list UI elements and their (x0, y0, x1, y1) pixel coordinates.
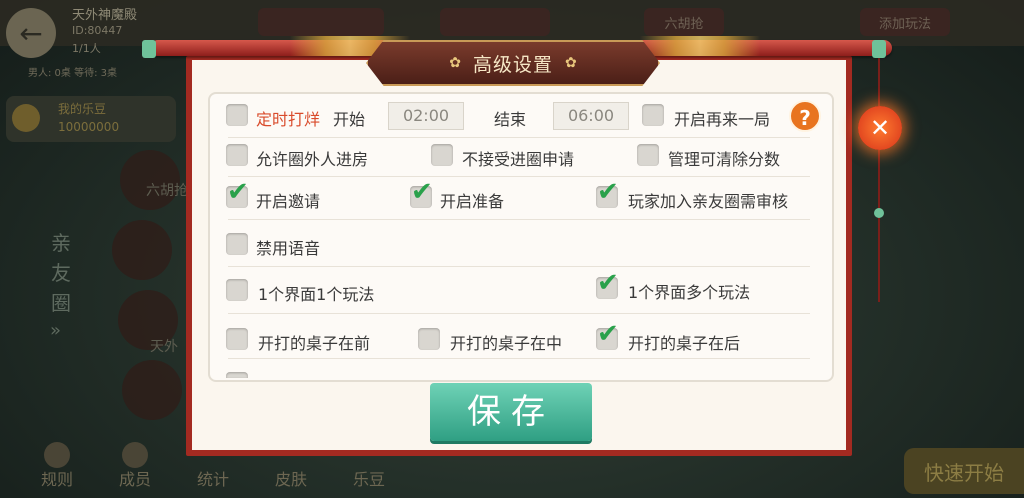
rules-icon (44, 442, 70, 468)
checkbox-allow-outsiders[interactable] (226, 144, 248, 166)
checkbox-table-back[interactable]: ✔ (596, 321, 619, 350)
row-divider (228, 137, 810, 138)
quick-start-button[interactable]: 快速开始 (904, 448, 1024, 494)
checkbox-partial[interactable] (226, 372, 248, 378)
checkbox-enable-ready[interactable]: ✔ (410, 179, 433, 208)
multi-play-label: 1个界面多个玩法 (628, 283, 751, 302)
club-stats: 男人: 0桌 等待: 3桌 (28, 68, 117, 79)
scroll-rod-cap-left (142, 40, 156, 58)
nav-stats[interactable]: 统计 (188, 466, 238, 490)
top-pill-3[interactable]: 六胡抢 (644, 8, 724, 36)
bottom-nav: 规则 成员 统计 皮肤 乐豆 (0, 442, 1024, 498)
enable-invite-label: 开启邀请 (256, 192, 321, 211)
disable-voice-label: 禁用语音 (256, 239, 321, 258)
checkbox-enable-invite[interactable]: ✔ (226, 179, 249, 208)
end-time-input[interactable]: 06:00 (553, 102, 629, 130)
row-divider (228, 266, 810, 267)
bean-icon (12, 104, 40, 132)
row-divider (228, 358, 810, 359)
dialog-title-plate: ✿ 高级设置 ✿ (366, 40, 660, 86)
table-back-label: 开打的桌子在后 (628, 334, 741, 353)
checkbox-join-review[interactable]: ✔ (596, 179, 619, 208)
check-icon: ✔ (597, 319, 619, 349)
expand-arrow-icon[interactable]: » (50, 320, 61, 341)
checkbox-table-front[interactable] (226, 328, 248, 350)
one-play-label: 1个界面1个玩法 (258, 285, 375, 304)
check-icon: ✔ (227, 177, 249, 207)
close-icon[interactable]: ✕ (858, 106, 902, 150)
replay-label: 开启再来一局 (674, 110, 771, 129)
row-divider (228, 313, 810, 314)
table-label: 六胡抢 (146, 183, 188, 199)
start-label: 开始 (333, 110, 366, 129)
checkbox-one-play[interactable] (226, 279, 248, 301)
game-table[interactable] (122, 360, 182, 420)
back-arrow-icon[interactable]: ← (6, 8, 56, 58)
join-review-label: 玩家加入亲友圈需审核 (628, 192, 789, 211)
beans-value: 10000000 (58, 120, 120, 134)
row-divider (228, 176, 810, 177)
reject-requests-label: 不接受进圈申请 (462, 150, 575, 169)
check-icon: ✔ (597, 177, 619, 207)
allow-outsiders-label: 允许圈外人进房 (256, 150, 369, 169)
checkbox-multi-play[interactable]: ✔ (596, 270, 619, 299)
club-name: 天外神魔殿 (72, 8, 138, 23)
row-divider (228, 219, 810, 220)
members-icon (122, 442, 148, 468)
side-tab-friends-circle[interactable]: 亲友圈 (46, 228, 76, 318)
rod-ornament-right (640, 36, 760, 56)
checkbox-replay[interactable] (642, 104, 664, 126)
table-front-label: 开打的桌子在前 (258, 334, 371, 353)
nav-members[interactable]: 成员 (110, 466, 160, 490)
check-icon: ✔ (597, 268, 619, 298)
checkbox-timer[interactable] (226, 104, 248, 126)
nav-rules[interactable]: 规则 (32, 466, 82, 490)
table-middle-label: 开打的桌子在中 (450, 334, 563, 353)
top-pill-2[interactable] (440, 8, 550, 36)
help-icon[interactable]: ? (789, 100, 821, 132)
club-member-count: 1/1人 (72, 42, 101, 55)
end-label: 结束 (494, 110, 527, 129)
tassel-bead (874, 208, 884, 218)
game-table[interactable] (112, 220, 172, 280)
table-label: 天外 (150, 339, 178, 355)
checkbox-disable-voice[interactable] (226, 233, 248, 255)
enable-ready-label: 开启准备 (440, 192, 505, 211)
nav-skin[interactable]: 皮肤 (266, 466, 316, 490)
dialog-title: 高级设置 (472, 53, 553, 76)
ornament-icon: ✿ (449, 55, 461, 71)
save-button[interactable]: 保存 (430, 383, 592, 441)
club-id: ID:80447 (72, 24, 123, 37)
nav-beans[interactable]: 乐豆 (344, 466, 394, 490)
checkbox-manager-clear[interactable] (637, 144, 659, 166)
manager-clear-label: 管理可清除分数 (668, 150, 781, 169)
ornament-icon: ✿ (565, 55, 577, 71)
tassel-cord (878, 40, 880, 302)
timer-label: 定时打烊 (256, 110, 321, 129)
start-time-input[interactable]: 02:00 (388, 102, 464, 130)
check-icon: ✔ (411, 177, 433, 207)
top-pill-1[interactable] (258, 8, 384, 36)
beans-label: 我的乐豆 (58, 102, 107, 116)
checkbox-reject-requests[interactable] (431, 144, 453, 166)
scroll-rod-cap-right (872, 40, 886, 58)
checkbox-table-middle[interactable] (418, 328, 440, 350)
add-play-button[interactable]: 添加玩法 (860, 8, 950, 36)
